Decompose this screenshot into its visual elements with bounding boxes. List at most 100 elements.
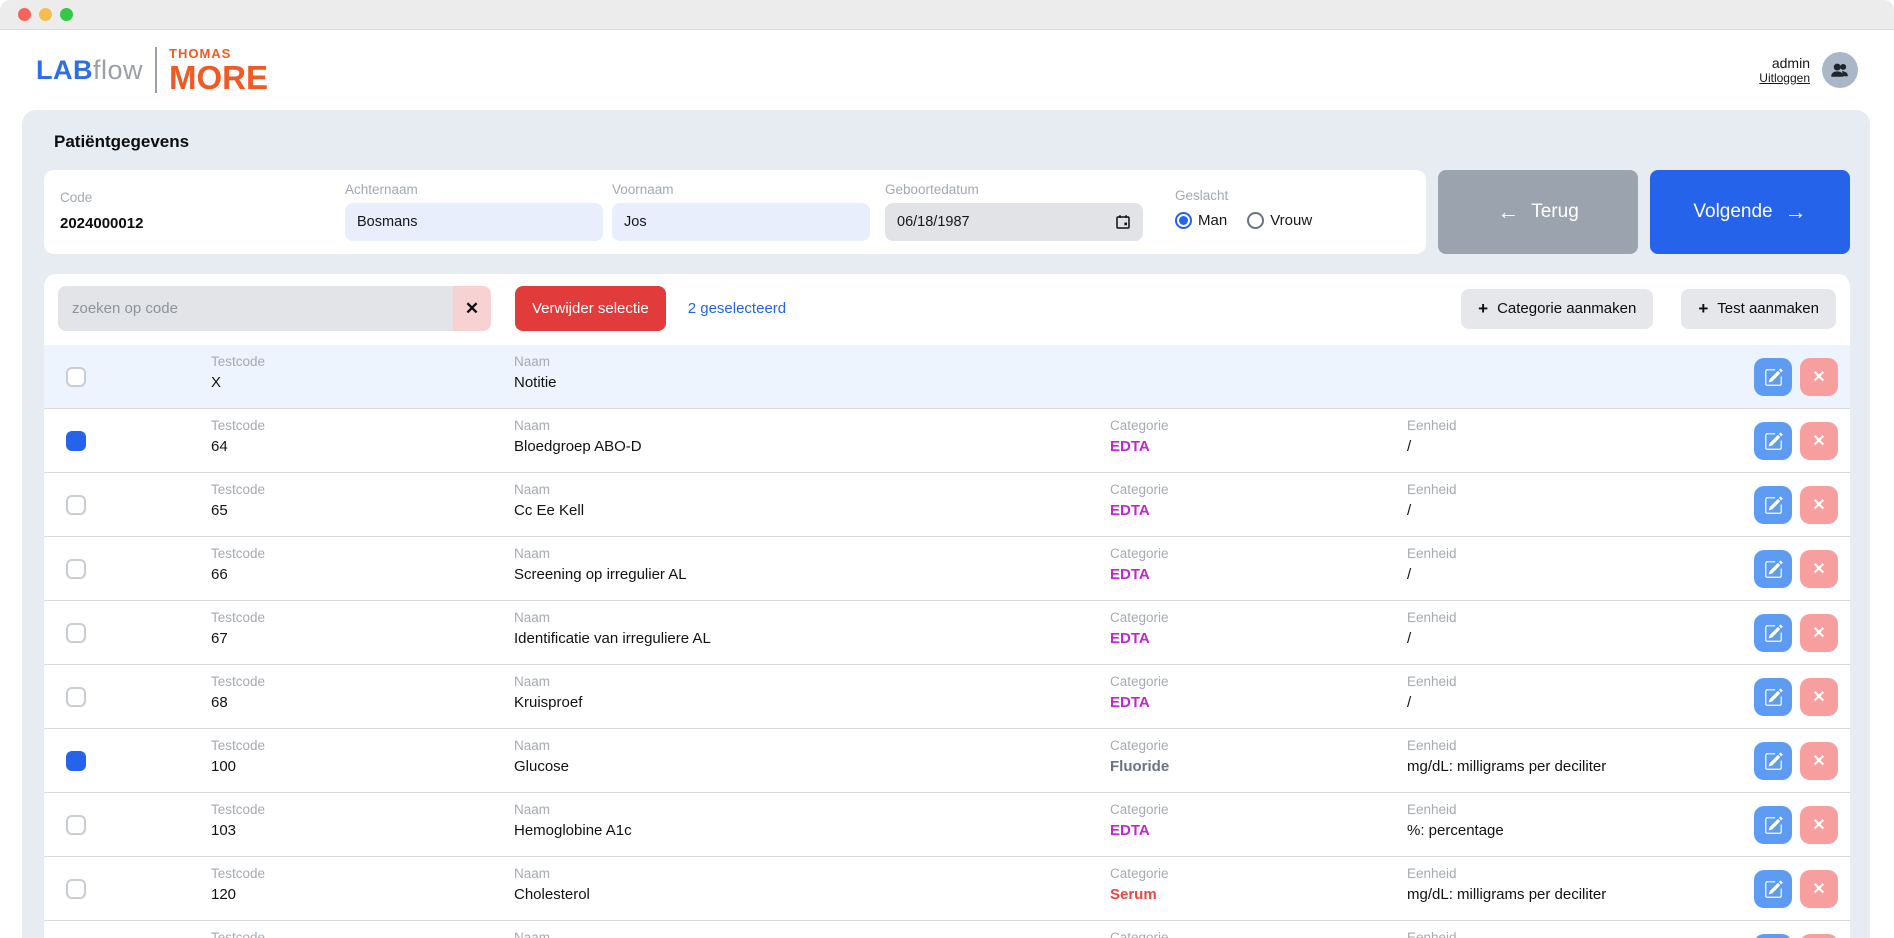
row-checkbox[interactable] (66, 367, 86, 387)
next-button[interactable]: Volgende → (1650, 170, 1850, 254)
avatar[interactable] (1822, 52, 1858, 88)
testcode-label: Testcode (211, 738, 265, 753)
delete-button[interactable]: ✕ (1800, 358, 1838, 396)
back-button-label: Terug (1531, 201, 1579, 223)
delete-button[interactable]: ✕ (1800, 486, 1838, 524)
delete-button[interactable]: ✕ (1800, 806, 1838, 844)
categorie-cell: Categorie (1110, 930, 1169, 938)
edit-button[interactable] (1754, 358, 1792, 396)
categorie-label: Categorie (1110, 930, 1169, 938)
row-checkbox[interactable] (66, 879, 86, 899)
delete-button[interactable]: ✕ (1800, 742, 1838, 780)
categorie-cell: Categorie EDTA (1110, 610, 1169, 647)
close-icon: ✕ (1812, 433, 1825, 450)
row-checkbox[interactable] (66, 751, 86, 771)
birthdate-input[interactable]: 06/18/1987 (885, 203, 1143, 241)
gender-option-vrouw[interactable]: Vrouw (1247, 212, 1312, 229)
edit-button[interactable] (1754, 870, 1792, 908)
delete-button[interactable]: ✕ (1800, 422, 1838, 460)
selected-count-label: 2 geselecteerd (688, 300, 786, 317)
search-input[interactable] (58, 286, 453, 331)
eenheid-label: Eenheid (1407, 866, 1606, 881)
naam-label: Naam (514, 930, 550, 938)
categorie-label: Categorie (1110, 546, 1169, 561)
radio-vrouw-icon[interactable] (1247, 212, 1264, 229)
testcode-label: Testcode (211, 354, 265, 369)
testcode-label: Testcode (211, 546, 265, 561)
logo-lab-text: LAB (36, 55, 93, 86)
naam-cell: Naam Notitie (514, 354, 557, 391)
edit-button[interactable] (1754, 486, 1792, 524)
eenheid-cell: Eenheid / (1407, 482, 1457, 519)
row-actions: ✕ (1754, 870, 1838, 908)
logo-more-text: MORE (169, 61, 268, 94)
naam-value: Cholesterol (514, 886, 590, 903)
eenheid-value: / (1407, 502, 1457, 519)
delete-button[interactable]: ✕ (1800, 550, 1838, 588)
row-checkbox[interactable] (66, 687, 86, 707)
edit-button[interactable] (1754, 742, 1792, 780)
lastname-input[interactable] (345, 203, 603, 241)
users-icon (1829, 59, 1851, 81)
edit-button[interactable] (1754, 614, 1792, 652)
calendar-icon[interactable] (1115, 214, 1131, 230)
close-icon: ✕ (1812, 497, 1825, 514)
delete-button[interactable]: ✕ (1800, 870, 1838, 908)
edit-icon (1764, 816, 1783, 835)
search-clear-button[interactable]: ✕ (453, 286, 491, 331)
eenheid-label: Eenheid (1407, 674, 1457, 689)
firstname-input[interactable] (612, 203, 870, 241)
eenheid-label: Eenheid (1407, 482, 1457, 497)
row-checkbox[interactable] (66, 815, 86, 835)
row-checkbox[interactable] (66, 431, 86, 451)
edit-button[interactable] (1754, 806, 1792, 844)
categorie-label: Categorie (1110, 802, 1169, 817)
minimize-window-button[interactable] (39, 8, 52, 21)
testcode-label: Testcode (211, 866, 265, 881)
lastname-field-group: Achternaam (345, 180, 612, 254)
maximize-window-button[interactable] (60, 8, 73, 21)
row-checkbox[interactable] (66, 623, 86, 643)
edit-icon (1764, 560, 1783, 579)
radio-man-icon[interactable] (1175, 212, 1192, 229)
create-test-button[interactable]: + Test aanmaken (1681, 289, 1836, 329)
delete-button[interactable]: ✕ (1800, 614, 1838, 652)
naam-cell: Naam Glucose (514, 738, 569, 775)
edit-button[interactable] (1754, 934, 1792, 938)
edit-button[interactable] (1754, 550, 1792, 588)
back-button[interactable]: ← Terug (1438, 170, 1638, 254)
patient-form-row: Code 2024000012 Achternaam Voornaam Gebo… (44, 170, 1850, 254)
edit-icon (1764, 880, 1783, 899)
edit-button[interactable] (1754, 422, 1792, 460)
birthdate-field-group: Geboortedatum 06/18/1987 (885, 180, 1175, 254)
naam-value: Hemoglobine A1c (514, 822, 632, 839)
row-checkbox[interactable] (66, 559, 86, 579)
delete-button[interactable]: ✕ (1800, 678, 1838, 716)
naam-value: Cc Ee Kell (514, 502, 584, 519)
naam-label: Naam (514, 610, 711, 625)
create-category-button[interactable]: + Categorie aanmaken (1461, 289, 1653, 329)
logout-link[interactable]: Uitloggen (1759, 71, 1810, 85)
create-test-label: Test aanmaken (1717, 300, 1819, 317)
delete-selection-button[interactable]: Verwijder selectie (515, 286, 666, 331)
close-window-button[interactable] (18, 8, 31, 21)
edit-button[interactable] (1754, 678, 1792, 716)
naam-value: Screening op irregulier AL (514, 566, 687, 583)
table-row: Testcode 103 Naam Hemoglobine A1c Catego… (44, 793, 1850, 857)
testcode-cell: Testcode 103 (211, 802, 265, 839)
eenheid-cell: Eenheid / (1407, 546, 1457, 583)
gender-option-man[interactable]: Man (1175, 212, 1227, 229)
naam-label: Naam (514, 418, 642, 433)
categorie-cell: Categorie Serum (1110, 866, 1169, 903)
row-checkbox[interactable] (66, 495, 86, 515)
eenheid-value: mg/dL: milligrams per deciliter (1407, 886, 1606, 903)
testcode-cell: Testcode (211, 930, 265, 938)
delete-button[interactable]: ✕ (1800, 934, 1838, 938)
eenheid-value: %: percentage (1407, 822, 1504, 839)
testcode-cell: Testcode 68 (211, 674, 265, 711)
categorie-label: Categorie (1110, 674, 1169, 689)
categorie-label: Categorie (1110, 418, 1169, 433)
testcode-label: Testcode (211, 482, 265, 497)
table-row: Testcode X Naam Notitie Categorie Eenhei… (44, 345, 1850, 409)
naam-value: Notitie (514, 374, 557, 391)
